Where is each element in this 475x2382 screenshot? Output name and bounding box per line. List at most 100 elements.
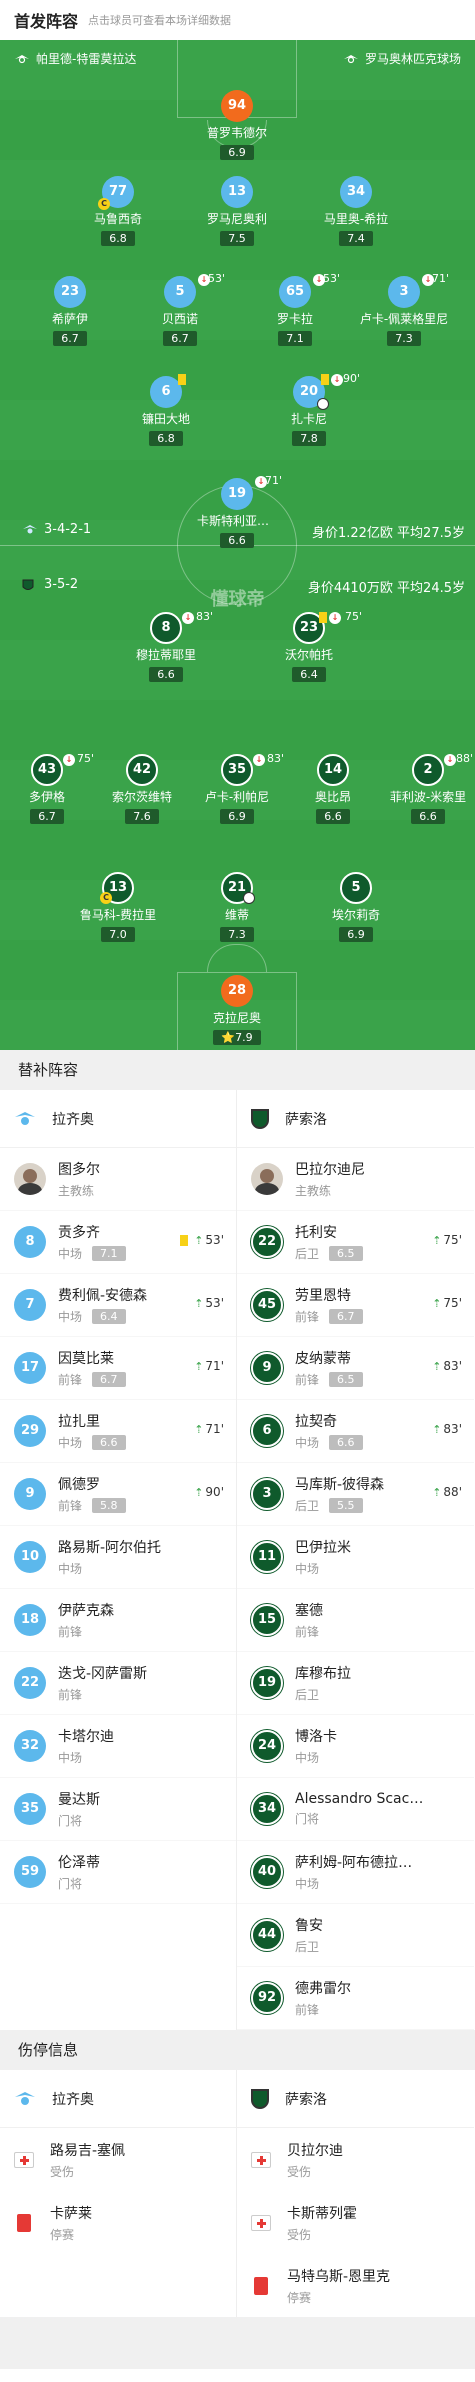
sub-row[interactable]: 40 萨利姆-阿布德拉赫曼 中场: [237, 1841, 474, 1904]
sub-row[interactable]: 9 皮纳蒙蒂 前锋 6.5 ⇡ 83': [237, 1337, 474, 1400]
player-position: 中场: [58, 1751, 83, 1765]
sub-row[interactable]: 44 鲁安 后卫: [237, 1904, 474, 1967]
away-player[interactable]: 28 克拉尼奥 ⭐7.9: [182, 975, 292, 1045]
captain-icon: C: [98, 198, 110, 210]
player-name: Alessandro Scacchetti: [295, 1791, 425, 1807]
sub-row[interactable]: 29 拉扎里 中场 6.6 ⇡ 71': [0, 1400, 236, 1463]
player-number: 8: [14, 1226, 46, 1258]
sassuolo-logo-icon: [251, 1108, 269, 1129]
away-player[interactable]: 23 ↓ 75' 沃尔帕托 6.4: [254, 610, 364, 682]
away-player[interactable]: 13 C 鲁马科-费拉里 7.0: [63, 872, 173, 942]
away-stadium-name: 罗马奥林匹克球场: [364, 52, 461, 66]
home-player[interactable]: 77 C 马鲁西奇 6.8: [63, 176, 173, 246]
player-number: 14: [317, 754, 349, 786]
home-player[interactable]: 20 ↓ 90' 扎卡尼 7.8: [254, 372, 364, 446]
home-player[interactable]: 13 罗马尼奥利 7.5: [182, 176, 292, 246]
player-name: 迭戈-冈萨雷斯: [58, 1666, 148, 1682]
home-player[interactable]: 6 镰田大地 6.8: [111, 374, 221, 446]
sub-row[interactable]: 32 卡塔尔迪 中场: [0, 1715, 236, 1778]
sub-row[interactable]: 59 伦泽蒂 门将: [0, 1841, 236, 1904]
player-number: 35: [227, 762, 247, 777]
sub-row[interactable]: 92 德弗雷尔 前锋: [237, 1967, 474, 2030]
home-player[interactable]: 3 ↓ 71' 卢卡-佩莱格里尼 7.3: [349, 272, 459, 346]
injury-row[interactable]: 贝拉尔迪 受伤: [237, 2128, 474, 2191]
away-stadium: 罗马奥林匹克球场: [343, 50, 461, 67]
sub-row[interactable]: 6 拉契奇 中场 6.6 ⇡ 83': [237, 1400, 474, 1463]
home-coach[interactable]: 图多尔 主教练: [0, 1148, 236, 1211]
player-number: 92: [251, 1982, 283, 2014]
sub-row[interactable]: 35 曼达斯 门将: [0, 1778, 236, 1841]
player-name: 扎卡尼: [290, 412, 327, 426]
injury-row[interactable]: 卡萨莱 停赛: [0, 2191, 236, 2254]
lineup-header: 首发阵容 点击球员可查看本场详细数据: [0, 0, 475, 40]
injury-row[interactable]: 马特乌斯-恩里克 停赛: [237, 2254, 474, 2317]
home-team-line[interactable]: 拉齐奥: [0, 2070, 236, 2128]
away-team-name: 萨索洛: [285, 2091, 327, 2108]
sub-row[interactable]: 22 迭戈-冈萨雷斯 前锋: [0, 1652, 236, 1715]
player-name: 鲁马科-费拉里: [79, 908, 157, 922]
home-team-line[interactable]: 拉齐奥: [0, 1090, 236, 1148]
sub-row[interactable]: 8 贡多齐 中场 7.1 ⇡ 53': [0, 1211, 236, 1274]
sub-row[interactable]: 45 劳里恩特 前锋 6.7 ⇡ 75': [237, 1274, 474, 1337]
away-player[interactable]: 2 ↓ 88' 菲利波-米索里 6.6: [373, 752, 475, 824]
player-name: 奥比昂: [314, 790, 351, 804]
home-player[interactable]: 65 ↓ 53' 罗卡拉 7.1: [240, 272, 350, 346]
sub-row[interactable]: 11 巴伊拉米 中场: [237, 1526, 474, 1589]
red-card-icon: [254, 2276, 268, 2295]
away-formation-row: 3-5-2 身价4410万欧 平均24.5岁: [0, 577, 475, 597]
away-subs-column: 萨索洛 巴拉尔迪尼 主教练 22 托利安 后卫 6.5 ⇡ 75' 45 劳里恩特 前锋 6.7 ⇡…: [237, 1090, 474, 2030]
home-player[interactable]: 19 ↓ 71' 卡斯特利亚诺斯 6.6: [182, 474, 292, 548]
home-player[interactable]: 34 马里奥-希拉 7.4: [301, 176, 411, 246]
sub-row[interactable]: 9 佩德罗 前锋 5.8 ⇡ 90': [0, 1463, 236, 1526]
lazio-logo-icon: [343, 53, 359, 65]
player-position: 后卫: [295, 1688, 320, 1702]
sub-row[interactable]: 7 费利佩-安德森 中场 6.4 ⇡ 53': [0, 1274, 236, 1337]
away-team-value: 身价4410万欧 平均24.5岁: [307, 581, 465, 596]
sub-minute: 88': [443, 1485, 462, 1499]
injury-row[interactable]: 卡斯蒂列霍 受伤: [237, 2191, 474, 2254]
away-player[interactable]: 21 维蒂 7.3: [182, 872, 292, 942]
player-number: 18: [14, 1604, 46, 1636]
sub-row[interactable]: 18 伊萨克森 前锋: [0, 1589, 236, 1652]
home-player[interactable]: 94 普罗韦德尔 6.9: [182, 90, 292, 160]
sub-row[interactable]: 15 塞德 前锋: [237, 1589, 474, 1652]
player-position: 中场: [295, 1751, 320, 1765]
player-position: 中场: [295, 1877, 320, 1891]
player-rating: 6.7: [30, 809, 64, 824]
player-number: 23: [299, 620, 319, 635]
away-player[interactable]: 5 埃尔莉奇 6.9: [301, 872, 411, 942]
player-position: 前锋: [58, 1499, 83, 1513]
away-team-line[interactable]: 萨索洛: [237, 2070, 474, 2128]
sub-row[interactable]: 34 Alessandro Scacchetti 门将: [237, 1778, 474, 1841]
coach-name: 图多尔: [58, 1162, 100, 1178]
home-formation: 3-4-2-1: [44, 522, 92, 537]
sub-row[interactable]: 3 马库斯-彼得森 后卫 5.5 ⇡ 88': [237, 1463, 474, 1526]
player-name: 菲利波-米索里: [389, 790, 467, 804]
player-number: 32: [14, 1730, 46, 1762]
sub-row[interactable]: 22 托利安 后卫 6.5 ⇡ 75': [237, 1211, 474, 1274]
injury-row[interactable]: 路易吉-塞佩 受伤: [0, 2128, 236, 2191]
home-player[interactable]: 23 希萨伊 6.7: [15, 276, 125, 346]
player-name: 马里奥-希拉: [323, 212, 389, 226]
away-coach[interactable]: 巴拉尔迪尼 主教练: [237, 1148, 474, 1211]
sub-row[interactable]: 19 库穆布拉 后卫: [237, 1652, 474, 1715]
player-rating: 6.6: [411, 809, 445, 824]
player-name: 塞德: [295, 1603, 323, 1619]
sub-row[interactable]: 24 博洛卡 中场: [237, 1715, 474, 1778]
away-player[interactable]: 42 索尔茨维特 7.6: [87, 754, 197, 824]
sub-minute: 75': [443, 1233, 462, 1247]
player-name: 库穆布拉: [295, 1666, 351, 1682]
home-player[interactable]: 5 ↓ 53' 贝西诺 6.7: [125, 272, 235, 346]
away-player[interactable]: 14 奥比昂 6.6: [278, 754, 388, 824]
sub-row[interactable]: 17 因莫比莱 前锋 6.7 ⇡ 71': [0, 1337, 236, 1400]
player-rating: 7.5: [220, 231, 254, 246]
player-rating: 7.1: [92, 1246, 126, 1261]
away-player[interactable]: 35 ↓ 83' 卢卡-利帕尼 6.9: [182, 752, 292, 824]
away-player[interactable]: 8 ↓ 83' 穆拉蒂耶里 6.6: [111, 610, 221, 682]
avatar: [14, 1163, 46, 1195]
lineup-subtitle: 点击球员可查看本场详细数据: [88, 14, 232, 27]
away-team-line[interactable]: 萨索洛: [237, 1090, 474, 1148]
sub-minute: 88': [456, 752, 474, 765]
player-name: 卢卡-利帕尼: [204, 790, 270, 804]
sub-row[interactable]: 10 路易斯-阿尔伯托 中场: [0, 1526, 236, 1589]
